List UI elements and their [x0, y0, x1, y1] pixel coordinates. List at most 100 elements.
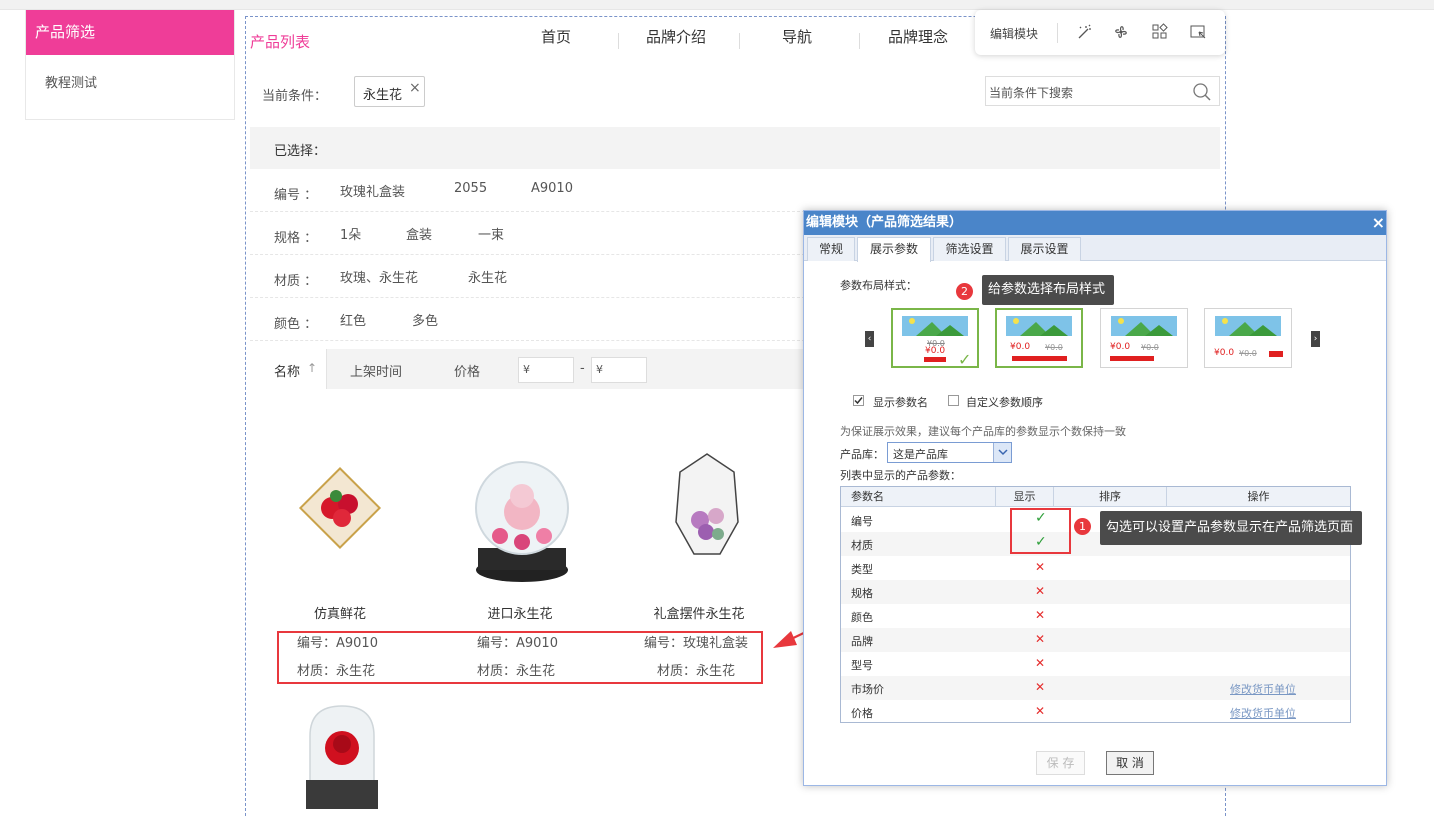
apps-grid-icon[interactable] — [1151, 23, 1169, 41]
landscape-image-icon — [902, 316, 968, 336]
cross-icon[interactable]: ✕ — [1035, 632, 1045, 646]
filter-row-code: 编号 ： 玫瑰礼盒装 2055 A9010 — [250, 169, 810, 212]
condition-search-input[interactable]: 当前条件下搜索 — [985, 76, 1220, 106]
custom-order-checkbox[interactable] — [948, 395, 959, 406]
currency-symbol: ¥ — [523, 363, 530, 376]
cross-icon[interactable]: ✕ — [1035, 656, 1045, 670]
tab-display-params[interactable]: 展示参数 — [857, 237, 931, 262]
layout-card-2[interactable]: ¥0.0 ¥0.0 — [995, 308, 1083, 368]
search-icon[interactable] — [1192, 82, 1212, 102]
param-name: 编号 — [851, 515, 873, 528]
filter-option[interactable]: 永生花 — [468, 267, 507, 286]
nav-divider — [859, 33, 860, 49]
consistency-note: 为保证展示效果，建议每个产品库的参数显示个数保持一致 — [840, 425, 1126, 438]
filter-option[interactable]: 玫瑰礼盒装 — [340, 181, 405, 200]
filter-option[interactable]: 红色 — [340, 310, 366, 329]
cross-icon[interactable]: ✕ — [1035, 704, 1045, 718]
step-badge: 1 — [1074, 518, 1091, 535]
nav-item-navigation[interactable]: 导航 — [782, 17, 812, 57]
top-bar — [0, 0, 1434, 10]
sort-by-time[interactable]: 上架时间 — [350, 361, 402, 380]
filter-option[interactable]: 2055 — [454, 181, 487, 196]
price-max-input[interactable]: ¥ — [591, 357, 647, 383]
product-image-imported-flower[interactable] — [462, 452, 582, 584]
column-header: 操作 — [1166, 487, 1350, 507]
sort-by-price[interactable]: 价格 — [454, 361, 480, 380]
card-buy-bar — [1110, 356, 1154, 361]
tab-display-settings[interactable]: 展示设置 — [1008, 237, 1081, 261]
nav-item-brand[interactable]: 品牌介绍 — [646, 17, 706, 57]
close-icon[interactable]: × — [409, 80, 421, 96]
filter-option[interactable]: 1朵 — [340, 224, 361, 243]
param-name: 型号 — [851, 659, 873, 672]
filter-option[interactable]: A9010 — [531, 181, 573, 196]
sort-by-name[interactable]: 名称 ↑ — [250, 349, 327, 389]
left-panel-item[interactable]: 教程测试 — [26, 55, 234, 91]
close-icon[interactable]: × — [1372, 211, 1385, 235]
product-library-select[interactable]: 这是产品库 — [887, 442, 1012, 463]
left-panel-title: 产品筛选 — [26, 10, 234, 55]
custom-order-label: 自定义参数顺序 — [966, 396, 1043, 409]
param-name: 规格 — [851, 587, 873, 600]
show-column-highlight-box — [1010, 508, 1071, 554]
change-currency-link[interactable]: 修改货币单位 — [1230, 681, 1296, 697]
filter-row-color: 颜色 ： 红色 多色 — [250, 298, 810, 341]
tooltip-show-params: 勾选可以设置产品参数显示在产品筛选页面 — [1100, 511, 1363, 545]
card-old-price: ¥0.0 — [1239, 349, 1257, 358]
table-row: 类型 ✕ — [841, 556, 1350, 580]
chevron-down-icon[interactable] — [993, 443, 1011, 462]
card-old-price: ¥0.0 — [1141, 343, 1159, 352]
layout-style-label: 参数布局样式： — [840, 279, 917, 292]
filter-label: 材质 ： — [274, 274, 318, 289]
dialog-title: 编辑模块（产品筛选结果） — [804, 211, 1386, 235]
param-name: 类型 — [851, 563, 873, 576]
selected-bar: 已选择： — [250, 127, 1220, 169]
nav-item-home[interactable]: 首页 — [541, 17, 571, 57]
card-price: ¥0.0 — [1214, 348, 1235, 358]
product-image-giftbox-flower[interactable] — [672, 450, 742, 560]
tab-general[interactable]: 常规 — [807, 237, 855, 261]
filter-option[interactable]: 多色 — [412, 310, 438, 329]
module-title: 产品列表 — [250, 33, 311, 51]
change-currency-link[interactable]: 修改货币单位 — [1230, 705, 1296, 721]
fan-icon[interactable] — [1112, 23, 1130, 41]
filter-option[interactable]: 一束 — [478, 224, 504, 243]
toolbar-label[interactable]: 编辑模块 — [990, 25, 1038, 42]
save-button[interactable]: 保 存 — [1036, 751, 1085, 775]
product-name[interactable]: 进口永生花 — [440, 603, 600, 622]
layout-card-4[interactable]: ¥0.0 ¥0.0 — [1204, 308, 1292, 368]
tooltip-layout-style: 给参数选择布局样式 — [982, 275, 1115, 305]
chevron-left-icon[interactable]: ‹ — [865, 331, 874, 347]
card-price: ¥0.0 — [1010, 342, 1031, 352]
cancel-button[interactable]: 取 消 — [1106, 751, 1154, 775]
currency-symbol: ¥ — [596, 363, 603, 376]
price-min-input[interactable]: ¥ — [518, 357, 574, 383]
show-param-name-checkbox[interactable] — [853, 395, 864, 406]
condition-tag: 永生花 × — [354, 76, 425, 107]
filter-label: 规格 ： — [274, 231, 318, 246]
filter-option[interactable]: 玫瑰、永生花 — [340, 267, 418, 286]
product-image-artificial-flower[interactable] — [290, 458, 390, 558]
cross-icon[interactable]: ✕ — [1035, 608, 1045, 622]
chevron-right-icon[interactable]: › — [1311, 331, 1320, 347]
filter-label: 颜色 ： — [274, 317, 318, 332]
product-name[interactable]: 仿真鲜花 — [260, 603, 420, 622]
cross-icon[interactable]: ✕ — [1035, 680, 1045, 694]
search-placeholder: 当前条件下搜索 — [989, 86, 1074, 100]
edit-module-dialog: 编辑模块（产品筛选结果） × 常规 展示参数 筛选设置 展示设置 参数布局样式：… — [803, 210, 1387, 786]
nav-item-concept[interactable]: 品牌理念 — [888, 17, 948, 57]
cross-icon[interactable]: ✕ — [1035, 560, 1045, 574]
magic-wand-icon[interactable] — [1076, 23, 1094, 41]
product-name[interactable]: 礼盒摆件永生花 — [619, 603, 779, 622]
layout-card-3[interactable]: ¥0.0 ¥0.0 — [1100, 308, 1188, 368]
landscape-image-icon — [1006, 316, 1072, 336]
layout-card-1[interactable]: ¥0.0 ¥0.0 ✓ — [891, 308, 979, 369]
filter-row-material: 材质 ： 玫瑰、永生花 永生花 — [250, 255, 810, 298]
select-area-icon[interactable] — [1189, 23, 1207, 41]
filter-option[interactable]: 盒装 — [406, 224, 432, 243]
cross-icon[interactable]: ✕ — [1035, 584, 1045, 598]
tab-filter-settings[interactable]: 筛选设置 — [933, 237, 1006, 261]
product-image-rose-dome[interactable] — [300, 700, 384, 809]
param-name: 材质 — [851, 539, 873, 552]
filter-row-spec: 规格 ： 1朵 盒装 一束 — [250, 212, 810, 255]
